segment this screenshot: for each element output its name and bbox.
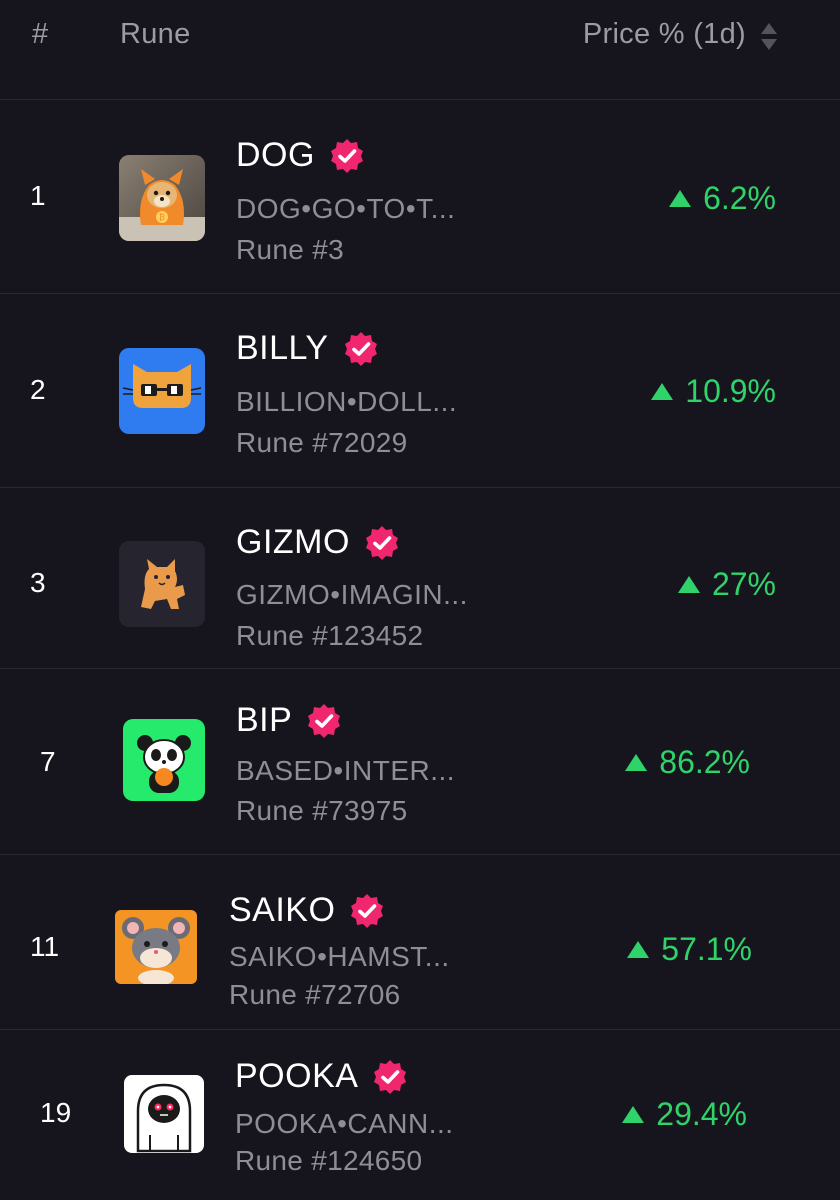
price-change-value: 29.4%	[656, 1096, 747, 1132]
price-change: 6.2%	[669, 180, 776, 217]
rune-ticker: DOG	[236, 136, 315, 174]
verified-check-icon	[365, 525, 398, 560]
rune-full-name: SAIKO•HAMST...	[229, 941, 450, 972]
bip-logo	[123, 719, 205, 801]
price-change: 57.1%	[627, 931, 752, 968]
rune-ticker: GIZMO	[236, 523, 350, 561]
table-row[interactable]: 2 BILLY BILLION•DOLL... Rune #72029 10.9…	[0, 294, 840, 488]
up-triangle-icon	[677, 576, 700, 593]
svg-text:₿: ₿	[159, 213, 165, 222]
saiko-logo	[115, 910, 197, 984]
price-change: 27%	[677, 566, 776, 603]
gizmo-logo	[119, 541, 205, 627]
billy-logo	[119, 348, 205, 434]
up-triangle-icon	[625, 754, 648, 771]
rune-number-id: Rune #72706	[229, 979, 401, 1010]
rank-number: 1	[30, 180, 46, 211]
rune-number-id: Rune #123452	[236, 620, 424, 651]
rune-name-line: SAIKO	[229, 891, 385, 930]
verified-check-icon	[374, 1059, 407, 1094]
verified-check-icon	[308, 703, 341, 738]
rank-column-header: #	[32, 18, 49, 50]
rune-full-name: BASED•INTER...	[236, 755, 456, 786]
rank-number: 3	[30, 567, 46, 598]
price-change-value: 57.1%	[661, 931, 752, 967]
price-change: 29.4%	[622, 1096, 747, 1133]
rune-name-line: POOKA	[235, 1057, 408, 1096]
rune-ticker: POOKA	[235, 1057, 359, 1095]
rank-number: 7	[40, 746, 56, 777]
rune-ranking-list: # Rune Price % (1d) 1 ₿ DOG DOG•GO•TO•T.…	[0, 0, 840, 1200]
rune-number-id: Rune #73975	[236, 795, 408, 826]
price-change-value: 27%	[711, 566, 776, 602]
rune-name-line: GIZMO	[236, 523, 400, 562]
rune-name-line: BIP	[236, 701, 342, 740]
price-change-value: 10.9%	[685, 373, 776, 409]
price-change: 10.9%	[651, 373, 776, 410]
sort-updown-icon[interactable]	[760, 20, 778, 54]
table-header: # Rune Price % (1d)	[0, 0, 840, 100]
up-triangle-icon	[622, 1106, 645, 1123]
rune-full-name: DOG•GO•TO•T...	[236, 193, 456, 224]
verified-check-icon	[344, 331, 377, 366]
rune-column-header: Rune	[120, 18, 191, 50]
table-row[interactable]: 11 SAIKO SAIKO•HAMST... Rune #72706 57.1…	[0, 855, 840, 1030]
price-change: 86.2%	[625, 744, 750, 781]
rune-ticker: SAIKO	[229, 891, 336, 929]
table-row[interactable]: 1 ₿ DOG DOG•GO•TO•T... Rune #3 6.2%	[0, 100, 840, 294]
price-change-value: 86.2%	[659, 744, 750, 780]
price-change-column-header[interactable]: Price % (1d)	[583, 18, 746, 51]
rune-full-name: GIZMO•IMAGIN...	[236, 579, 468, 610]
up-triangle-icon	[627, 941, 650, 958]
table-row[interactable]: 19 POOKA POOKA•CANN... Rune #124650 29.4…	[0, 1030, 840, 1200]
rank-number: 11	[30, 931, 60, 962]
rune-full-name: POOKA•CANN...	[235, 1108, 454, 1139]
rune-number-id: Rune #3	[236, 234, 344, 265]
verified-check-icon	[330, 138, 363, 173]
table-row[interactable]: 7 BIP BASED•INTER... Rune #73975 86.2%	[0, 669, 840, 855]
rune-number-id: Rune #124650	[235, 1145, 423, 1176]
rune-number-id: Rune #72029	[236, 427, 408, 458]
rune-ticker: BIP	[236, 701, 293, 739]
up-triangle-icon	[651, 383, 674, 400]
pooka-logo	[124, 1075, 204, 1153]
dog-logo: ₿	[119, 155, 205, 241]
rune-full-name: BILLION•DOLL...	[236, 386, 458, 417]
rank-number: 19	[40, 1097, 72, 1128]
rune-name-line: DOG	[236, 136, 365, 175]
up-triangle-icon	[669, 190, 692, 207]
rank-number: 2	[30, 374, 46, 405]
table-row[interactable]: 3 GIZMO GIZMO•IMAGIN... Rune #123452 27%	[0, 488, 840, 669]
verified-check-icon	[351, 893, 384, 928]
rune-name-line: BILLY	[236, 329, 379, 368]
rune-ticker: BILLY	[236, 329, 329, 367]
price-change-value: 6.2%	[703, 180, 776, 216]
